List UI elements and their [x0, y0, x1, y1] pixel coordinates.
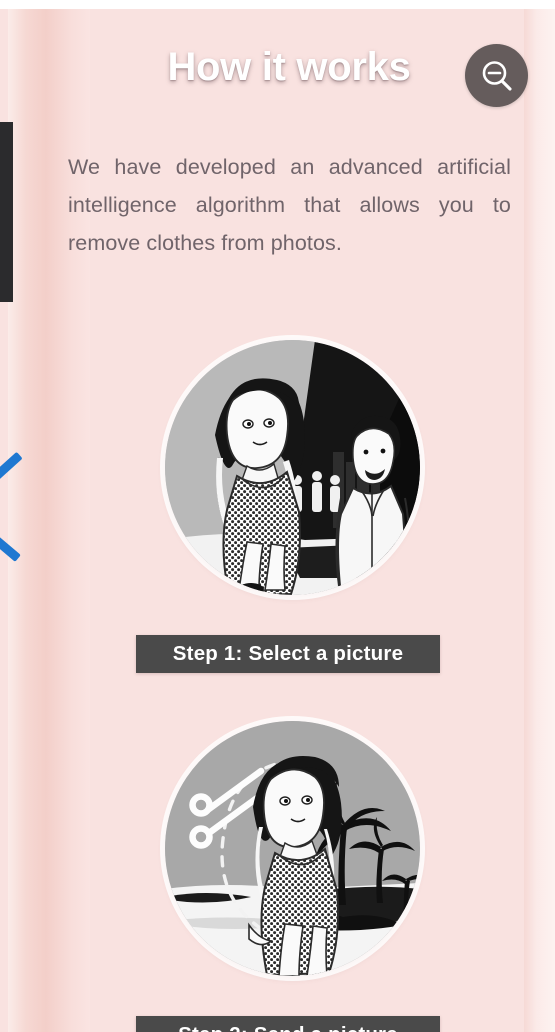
intro-paragraph: We have developed an advanced artificial… [68, 155, 511, 255]
step-2-label: Step 2: Send a picture [136, 1016, 440, 1032]
step-1-label: Step 1: Select a picture [136, 635, 440, 673]
step-2-illustration[interactable] [165, 721, 420, 976]
app-screen: How it works We have developed an advanc… [0, 0, 555, 1032]
left-edge-dark-panel [0, 122, 13, 302]
step-1-artwork [165, 340, 420, 595]
header-row: How it works [90, 42, 528, 110]
step-1-illustration[interactable] [165, 340, 420, 595]
magnifier-minus-icon [482, 60, 512, 91]
content-column: How it works We have developed an advanc… [68, 8, 528, 1032]
page-top-margin [0, 0, 555, 9]
page-title: How it works [167, 45, 411, 89]
page-right-edge-shading [524, 8, 555, 1032]
step-2-artwork [165, 721, 420, 976]
zoom-out-button[interactable] [465, 44, 528, 107]
